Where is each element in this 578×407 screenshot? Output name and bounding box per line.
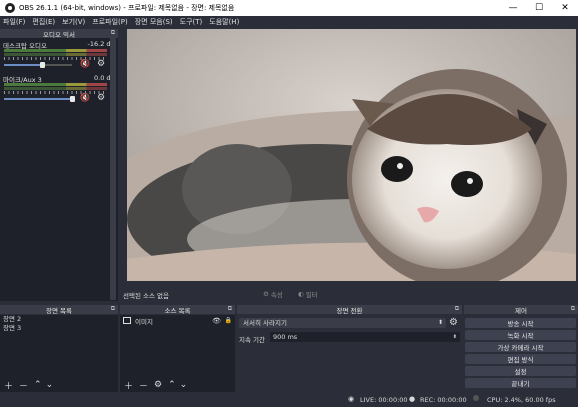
gear-icon: ⚙: [263, 289, 269, 298]
move-up-button[interactable]: ⌃: [168, 380, 176, 390]
meter-ticks: [4, 91, 107, 94]
live-icon: ◉: [348, 395, 355, 403]
duration-value: 900 ms: [273, 333, 298, 341]
chevron-down-icon: ⬍: [437, 319, 443, 326]
add-scene-button[interactable]: ＋: [4, 379, 13, 392]
menu-tools[interactable]: 도구(T): [180, 17, 203, 27]
transitions-panel: 서서히 사라지기 ⬍ ⚙ 지속 기간 900 ms ⬍: [237, 315, 462, 392]
slider-track: [44, 64, 72, 66]
no-source-label: 선택된 소스 없음: [123, 292, 169, 300]
controls-header: 제어 ⧉: [464, 305, 578, 315]
menu-scene-collection[interactable]: 장면 모음(S): [135, 17, 173, 27]
scenes-list: 장면 2 장면 3: [0, 315, 118, 378]
menu-bar: 파일(F) 편집(E) 보기(V) 프로파일(P) 장면 모음(S) 도구(T)…: [0, 16, 578, 28]
window-title: OBS 26.1.1 (64-bit, windows) - 프로파일: 제목없…: [19, 4, 235, 12]
filter-icon: ◐: [298, 289, 304, 298]
move-down-button[interactable]: ⌄: [46, 380, 54, 390]
gear-icon[interactable]: ⚙: [97, 94, 106, 103]
list-item[interactable]: 장면 3: [0, 324, 118, 333]
lock-icon[interactable]: 🔒: [225, 317, 232, 324]
gear-icon[interactable]: ⚙: [154, 380, 162, 390]
minimize-button[interactable]: —: [500, 0, 526, 16]
dock-float-icon[interactable]: ⧉: [111, 29, 115, 37]
live-status: LIVE: 00:00:00: [360, 396, 408, 404]
close-button[interactable]: ✕: [552, 0, 578, 16]
remove-scene-button[interactable]: －: [19, 379, 28, 392]
gear-icon[interactable]: ⚙: [449, 317, 458, 328]
exit-button[interactable]: 끝내기: [465, 378, 576, 388]
dock-float-icon[interactable]: ⧉: [111, 305, 115, 313]
filters-button[interactable]: ◐ 필터: [298, 287, 328, 300]
sources-header: 소스 목록 ⧉: [120, 305, 235, 315]
image-icon: [123, 317, 131, 324]
scenes-title: 장면 목록: [46, 306, 72, 315]
eye-icon[interactable]: 👁: [212, 317, 221, 325]
obs-logo-icon: [5, 3, 15, 13]
list-item[interactable]: 장면 2: [0, 315, 118, 324]
status-bar: ◉ LIVE: 00:00:00 ● REC: 00:00:00 CPU: 2.…: [0, 392, 578, 407]
source-name: 이미지: [135, 317, 153, 326]
menu-help[interactable]: 도움말(H): [209, 17, 239, 27]
audio-mixer: 데스크탑 오디오 -16.2 dB 🔇 ⚙ 마이크/Aux 3 0.0 dB 🔇…: [0, 38, 118, 301]
gear-icon[interactable]: ⚙: [97, 60, 106, 69]
transitions-header: 장면 전환 ⧉: [237, 305, 462, 315]
sources-title: 소스 목록: [164, 306, 191, 315]
transitions-title: 장면 전환: [336, 306, 363, 315]
transition-select[interactable]: 서서히 사라지기 ⬍: [239, 318, 446, 328]
volume-slider[interactable]: [4, 98, 72, 100]
volume-meter: [4, 87, 107, 90]
mixer-title: 오디오 믹서: [43, 30, 75, 39]
preview-canvas[interactable]: [127, 29, 576, 281]
scenes-toolbar: ＋ － ⌃ ⌄: [0, 378, 118, 392]
scenes-header: 장면 목록 ⧉: [0, 305, 118, 315]
menu-view[interactable]: 보기(V): [62, 17, 85, 27]
sources-toolbar: ＋ － ⚙ ⌃ ⌄: [120, 378, 235, 392]
cpu-status: CPU: 2.4%, 60.00 fps: [487, 396, 556, 404]
meter-ticks: [4, 57, 107, 60]
rec-status: REC: 00:00:00: [420, 396, 467, 404]
dock-float-icon[interactable]: ⧉: [455, 305, 459, 313]
mixer-header: 오디오 믹서 ⧉: [0, 29, 118, 39]
start-streaming-button[interactable]: 방송 시작: [465, 318, 576, 328]
duration-input[interactable]: 900 ms ⬍: [270, 332, 460, 342]
sources-list: 이미지 👁 🔒: [120, 315, 235, 378]
properties-label: 속성: [270, 290, 283, 299]
menu-profile[interactable]: 프로파일(P): [92, 17, 127, 27]
studio-mode-button[interactable]: 편집 방식: [465, 354, 576, 364]
move-up-button[interactable]: ⌃: [34, 380, 42, 390]
menu-edit[interactable]: 편집(E): [32, 17, 55, 27]
start-recording-button[interactable]: 녹화 시작: [465, 330, 576, 340]
transition-value: 서서히 사라지기: [243, 319, 287, 327]
slider-knob[interactable]: [70, 96, 75, 102]
speaker-muted-icon[interactable]: 🔇: [80, 60, 90, 68]
dock-float-icon[interactable]: ⧉: [228, 305, 232, 313]
volume-meter: [4, 49, 107, 52]
remove-source-button[interactable]: －: [139, 379, 148, 392]
settings-button[interactable]: 설정: [465, 366, 576, 376]
properties-button[interactable]: ⚙ 속성: [263, 287, 295, 300]
menu-file[interactable]: 파일(F): [3, 17, 25, 27]
speaker-muted-icon[interactable]: 🔇: [80, 94, 90, 102]
dock-float-icon[interactable]: ⧉: [571, 305, 575, 313]
start-virtual-camera-button[interactable]: 가상 카메라 시작: [465, 342, 576, 352]
filters-label: 필터: [305, 290, 318, 299]
list-item[interactable]: 이미지 👁 🔒: [120, 315, 235, 326]
slider-knob[interactable]: [40, 62, 45, 68]
controls-title: 제어: [515, 306, 527, 315]
volume-slider[interactable]: [4, 64, 44, 66]
maximize-button[interactable]: ☐: [526, 0, 552, 16]
move-down-button[interactable]: ⌄: [180, 380, 188, 390]
rec-icon: ●: [409, 395, 416, 403]
mixer-scrollbar[interactable]: [110, 38, 116, 300]
add-source-button[interactable]: ＋: [124, 379, 133, 392]
title-bar: OBS 26.1.1 (64-bit, windows) - 프로파일: 제목없…: [0, 0, 578, 16]
source-toolbar: 선택된 소스 없음 ⚙ 속성 ◐ 필터: [120, 285, 578, 302]
kitten-image: [127, 29, 576, 281]
stepper-icon[interactable]: ⬍: [453, 332, 457, 342]
health-icon: [473, 395, 479, 401]
volume-meter: [4, 53, 107, 56]
volume-meter: [4, 83, 107, 86]
duration-label: 지속 기간: [239, 336, 265, 344]
